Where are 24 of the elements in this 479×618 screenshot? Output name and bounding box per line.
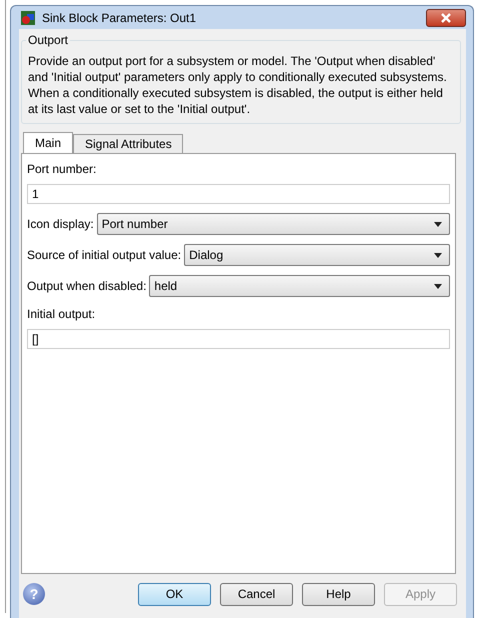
tab[interactable]: Main [23, 132, 74, 153]
description-text: Provide an output port for a subsystem or model. The 'Output when disabled' and 'Initial output' parameters only apply to conditionally executed subsystems. When a conditionally executed subsystem is disabled, the output is either held at its last value or set to the 'Initial output'. [28, 53, 448, 117]
field-label: Port number: [27, 161, 96, 178]
field-label: Source of initial output value: [27, 248, 182, 262]
field-label: Output when disabled: [27, 279, 146, 293]
caret-icon [434, 284, 442, 288]
dropdown[interactable]: Port number [96, 213, 450, 235]
input-field[interactable]: 1 [27, 184, 450, 204]
close-button[interactable] [426, 8, 466, 26]
caret-icon [434, 252, 442, 258]
dropdown[interactable]: held [149, 275, 450, 297]
field-label: Initial output: [27, 306, 96, 323]
window-title: Sink Block Parameters: Out1 [42, 10, 196, 24]
caret-icon [434, 222, 442, 226]
input-field[interactable]: [] [27, 329, 450, 349]
block-diagram-icon [20, 10, 36, 26]
close-icon [440, 12, 452, 22]
field-label: Icon display: [27, 217, 94, 231]
dialog-button[interactable]: Cancel [220, 582, 293, 606]
group-title: Outport [27, 33, 70, 47]
dialog-button[interactable]: Help [302, 582, 375, 606]
dialog-button[interactable]: OK [138, 582, 211, 606]
dropdown[interactable]: Dialog [184, 244, 450, 266]
tab[interactable]: Signal Attributes [73, 134, 183, 153]
